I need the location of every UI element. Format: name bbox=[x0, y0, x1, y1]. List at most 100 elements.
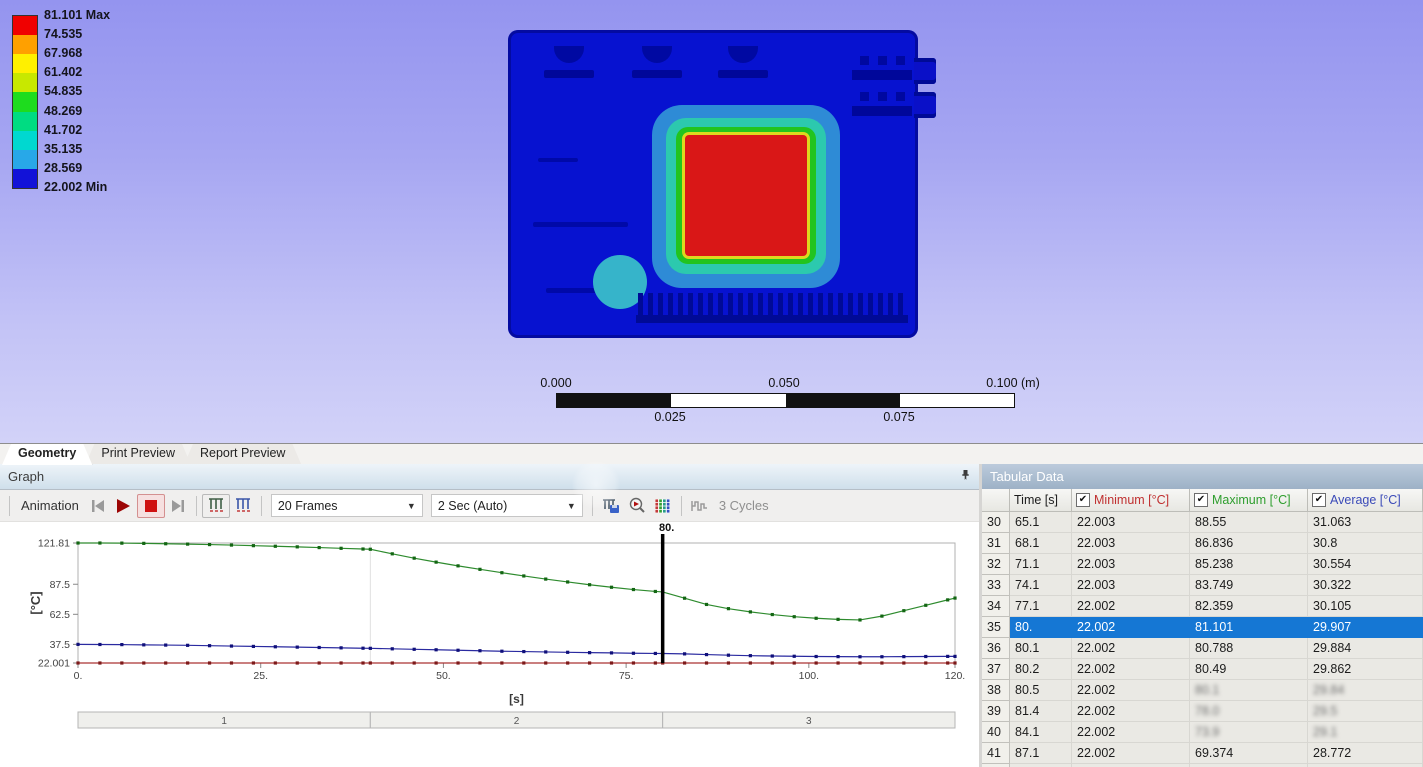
table-cell[interactable]: 22.002 bbox=[1072, 722, 1190, 743]
table-cell[interactable]: 80.788 bbox=[1190, 638, 1308, 659]
table-cell[interactable]: 87.1 bbox=[1010, 743, 1072, 764]
table-cell[interactable]: 30.8 bbox=[1308, 533, 1423, 554]
table-cell[interactable]: 80.5 bbox=[1010, 680, 1072, 701]
table-row[interactable]: 3680.122.00280.78829.884 bbox=[982, 638, 1423, 659]
table-cell[interactable]: 83.749 bbox=[1190, 575, 1308, 596]
column-header[interactable]: Time [s] bbox=[1010, 489, 1072, 512]
table-row[interactable]: 3780.222.00280.4929.862 bbox=[982, 659, 1423, 680]
duration-dropdown[interactable]: 2 Sec (Auto) ▼ bbox=[431, 494, 583, 517]
table-cell[interactable]: 22.002 bbox=[1072, 638, 1190, 659]
export-video-icon[interactable] bbox=[598, 495, 624, 517]
row-number-cell[interactable]: 34 bbox=[982, 596, 1010, 617]
table-cell[interactable]: 78.0 bbox=[1190, 701, 1308, 722]
table-row[interactable]: 3065.122.00388.5531.063 bbox=[982, 512, 1423, 533]
column-header[interactable]: ✔Average [°C] bbox=[1308, 489, 1423, 512]
model-viewport[interactable]: 81.101 Max74.53567.96861.40254.83548.269… bbox=[0, 0, 1423, 443]
table-cell[interactable]: 81.4 bbox=[1010, 701, 1072, 722]
pcb-model[interactable] bbox=[508, 30, 918, 338]
tabular-data-titlebar[interactable]: Tabular Data bbox=[982, 464, 1423, 490]
table-cell[interactable]: 80.1 bbox=[1190, 680, 1308, 701]
table-cell[interactable]: 22.003 bbox=[1072, 554, 1190, 575]
table-cell[interactable]: 29.884 bbox=[1308, 638, 1423, 659]
row-number-cell[interactable]: 41 bbox=[982, 743, 1010, 764]
table-cell[interactable]: 22.002 bbox=[1072, 743, 1190, 764]
contour-bands-icon[interactable] bbox=[650, 495, 676, 517]
table-cell[interactable]: 69.374 bbox=[1190, 743, 1308, 764]
table-cell[interactable]: 86.836 bbox=[1190, 533, 1308, 554]
table-cell[interactable]: 29.862 bbox=[1308, 659, 1423, 680]
row-number-cell[interactable]: 33 bbox=[982, 575, 1010, 596]
stop-button[interactable] bbox=[137, 494, 165, 518]
play-button[interactable] bbox=[111, 495, 137, 517]
table-cell[interactable]: 28.772 bbox=[1308, 743, 1423, 764]
table-cell[interactable]: 80.1 bbox=[1010, 638, 1072, 659]
table-row[interactable]: 3168.122.00386.83630.8 bbox=[982, 533, 1423, 554]
table-cell[interactable]: 22.002 bbox=[1072, 701, 1190, 722]
row-number-cell[interactable]: 30 bbox=[982, 512, 1010, 533]
series-marker bbox=[522, 650, 525, 653]
table-cell[interactable]: 22.003 bbox=[1072, 512, 1190, 533]
table-cell[interactable]: 30.322 bbox=[1308, 575, 1423, 596]
tab-print-preview[interactable]: Print Preview bbox=[85, 444, 191, 465]
row-number-cell[interactable]: 40 bbox=[982, 722, 1010, 743]
table-cell[interactable]: 29.907 bbox=[1308, 617, 1423, 638]
table-cell[interactable]: 31.063 bbox=[1308, 512, 1423, 533]
table-cell[interactable]: 71.1 bbox=[1010, 554, 1072, 575]
table-cell[interactable]: 22.002 bbox=[1072, 659, 1190, 680]
frames-dropdown[interactable]: 20 Frames ▼ bbox=[271, 494, 423, 517]
row-number-cell[interactable]: 38 bbox=[982, 680, 1010, 701]
table-cell[interactable]: 73.9 bbox=[1190, 722, 1308, 743]
column-checkbox[interactable]: ✔ bbox=[1312, 493, 1326, 507]
zoom-play-icon[interactable] bbox=[624, 495, 650, 517]
table-cell[interactable]: 80. bbox=[1010, 617, 1072, 638]
row-number-cell[interactable]: 32 bbox=[982, 554, 1010, 575]
table-cell[interactable]: 74.1 bbox=[1010, 575, 1072, 596]
table-cell[interactable]: 22.002 bbox=[1072, 596, 1190, 617]
row-number-cell[interactable]: 36 bbox=[982, 638, 1010, 659]
tab-geometry[interactable]: Geometry bbox=[2, 444, 92, 465]
table-cell[interactable]: 22.002 bbox=[1072, 617, 1190, 638]
table-row[interactable]: 3477.122.00282.35930.105 bbox=[982, 596, 1423, 617]
table-cell[interactable]: 81.101 bbox=[1190, 617, 1308, 638]
table-cell[interactable]: 22.003 bbox=[1072, 533, 1190, 554]
column-checkbox[interactable]: ✔ bbox=[1194, 493, 1208, 507]
result-bars-icon-1[interactable] bbox=[202, 494, 230, 518]
table-cell[interactable]: 29.5 bbox=[1308, 701, 1423, 722]
row-number-cell[interactable]: 35 bbox=[982, 617, 1010, 638]
table-row[interactable]: 3271.122.00385.23830.554 bbox=[982, 554, 1423, 575]
tab-report-preview[interactable]: Report Preview bbox=[184, 444, 301, 465]
time-history-chart[interactable]: 121.8187.562.537.522.0010.25.50.75.100.1… bbox=[0, 522, 979, 767]
row-number-cell[interactable]: 37 bbox=[982, 659, 1010, 680]
table-cell[interactable]: 84.1 bbox=[1010, 722, 1072, 743]
pin-icon[interactable] bbox=[960, 469, 971, 484]
column-header[interactable]: ✔Minimum [°C] bbox=[1072, 489, 1190, 512]
result-bars-icon-2[interactable] bbox=[230, 495, 256, 517]
table-cell[interactable]: 88.55 bbox=[1190, 512, 1308, 533]
graph-panel-titlebar[interactable]: Graph bbox=[0, 464, 979, 490]
table-cell[interactable]: 82.359 bbox=[1190, 596, 1308, 617]
skip-to-end-button[interactable] bbox=[165, 495, 191, 517]
table-cell[interactable]: 29.1 bbox=[1308, 722, 1423, 743]
skip-to-start-button[interactable] bbox=[85, 495, 111, 517]
table-cell[interactable]: 85.238 bbox=[1190, 554, 1308, 575]
table-cell[interactable]: 80.49 bbox=[1190, 659, 1308, 680]
row-number-cell[interactable]: 39 bbox=[982, 701, 1010, 722]
table-cell[interactable]: 29.84 bbox=[1308, 680, 1423, 701]
column-header[interactable]: ✔Maximum [°C] bbox=[1190, 489, 1308, 512]
table-cell[interactable]: 65.1 bbox=[1010, 512, 1072, 533]
table-row[interactable]: 4084.122.00273.929.1 bbox=[982, 722, 1423, 743]
column-checkbox[interactable]: ✔ bbox=[1076, 493, 1090, 507]
table-cell[interactable]: 30.554 bbox=[1308, 554, 1423, 575]
table-cell[interactable]: 22.003 bbox=[1072, 575, 1190, 596]
table-row[interactable]: 3880.522.00280.129.84 bbox=[982, 680, 1423, 701]
table-row[interactable]: 3981.422.00278.029.5 bbox=[982, 701, 1423, 722]
table-row[interactable]: 4187.122.00269.37428.772 bbox=[982, 743, 1423, 764]
table-cell[interactable]: 22.002 bbox=[1072, 680, 1190, 701]
table-cell[interactable]: 80.2 bbox=[1010, 659, 1072, 680]
table-cell[interactable]: 77.1 bbox=[1010, 596, 1072, 617]
table-cell[interactable]: 30.105 bbox=[1308, 596, 1423, 617]
row-number-cell[interactable]: 31 bbox=[982, 533, 1010, 554]
table-cell[interactable]: 68.1 bbox=[1010, 533, 1072, 554]
table-row[interactable]: 3580.22.00281.10129.907 bbox=[982, 617, 1423, 638]
table-row[interactable]: 3374.122.00383.74930.322 bbox=[982, 575, 1423, 596]
